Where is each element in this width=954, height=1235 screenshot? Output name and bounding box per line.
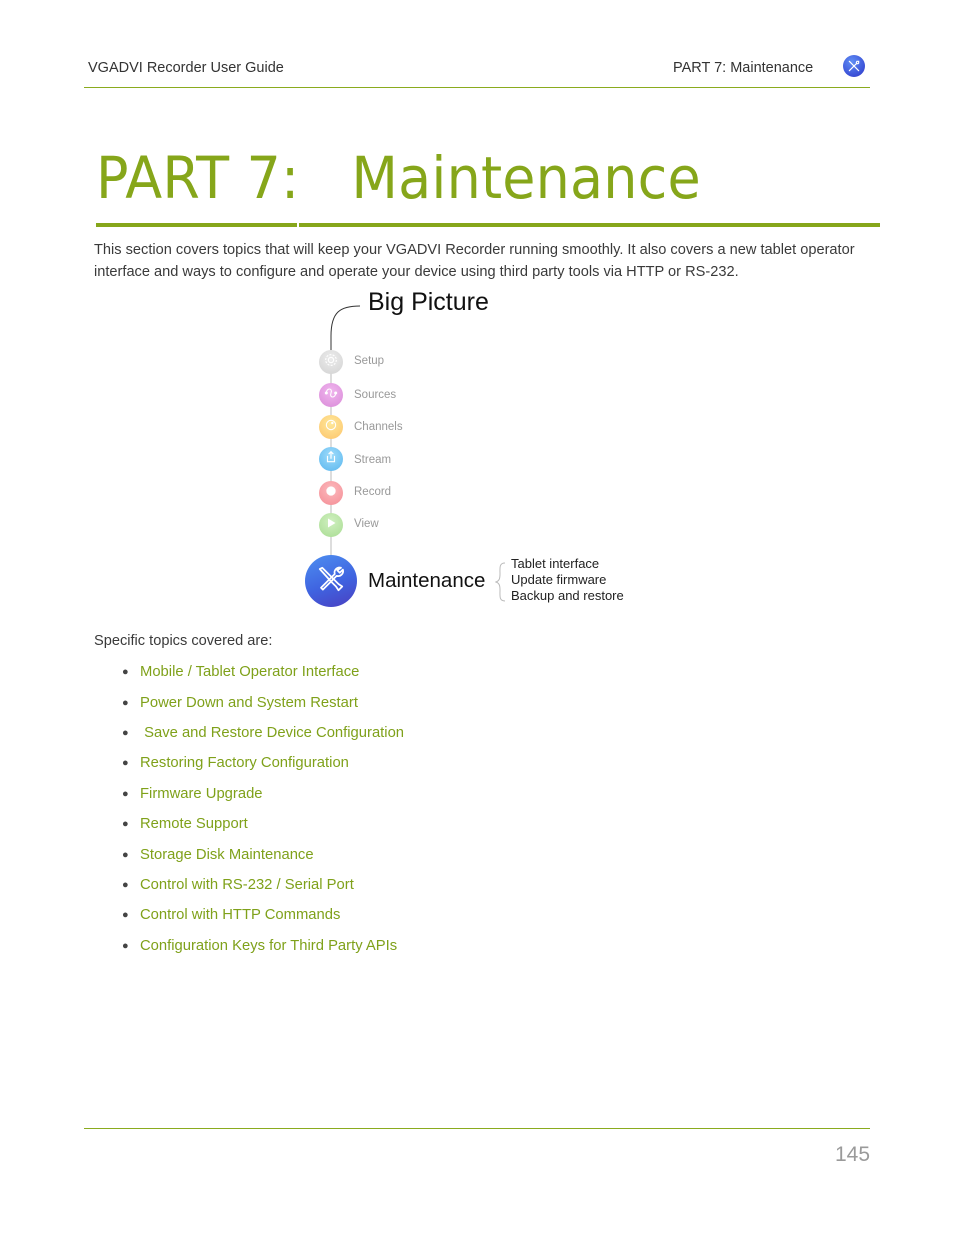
step-label-record: Record — [354, 486, 392, 498]
header-divider — [84, 87, 870, 88]
tools-icon — [843, 55, 865, 77]
bullet: ● — [122, 666, 129, 678]
page-number: 145 — [835, 1143, 871, 1166]
bullet: ● — [122, 849, 129, 861]
maintenance-subitem: Update firmware — [511, 572, 607, 587]
channels-icon — [323, 417, 339, 438]
topic-link[interactable]: Storage Disk Maintenance — [140, 847, 314, 863]
page-title: PART 7: Maintenance — [96, 142, 701, 214]
topic-link[interactable]: Mobile / Tablet Operator Interface — [140, 664, 359, 680]
topic-link[interactable]: Restoring Factory Configuration — [140, 755, 349, 771]
step-setup — [319, 350, 343, 374]
title-underline-right — [299, 223, 880, 227]
step-label-channels: Channels — [354, 421, 403, 433]
bullet: ● — [122, 727, 129, 739]
topic-link[interactable]: Control with HTTP Commands — [140, 907, 340, 923]
bullet: ● — [122, 788, 129, 800]
big-picture-title: Big Picture — [368, 288, 489, 316]
topic-link[interactable]: Remote Support — [140, 816, 248, 832]
maintenance-subitem: Tablet interface — [511, 556, 600, 571]
record-icon — [324, 484, 338, 503]
bullet: ● — [122, 697, 129, 709]
topics-intro: Specific topics covered are: — [94, 633, 273, 649]
big-picture-connector — [330, 305, 361, 354]
step-channels — [319, 415, 343, 439]
topic-link[interactable]: Firmware Upgrade — [140, 786, 263, 802]
topic-list-item: ● Mobile / Tablet Operator Interface — [122, 664, 359, 680]
step-view — [319, 513, 343, 537]
header-section-title: PART 7: Maintenance — [673, 60, 814, 76]
topic-list-item: ● Save and Restore Device Configuration — [122, 725, 404, 741]
bullet: ● — [122, 818, 129, 830]
bullet: ● — [122, 757, 129, 769]
tools-icon — [316, 564, 346, 599]
sources-icon — [323, 385, 339, 406]
header-doc-title: VGADVI Recorder User Guide — [88, 60, 284, 76]
footer-divider — [84, 1128, 870, 1129]
maintenance-label: Maintenance — [368, 569, 486, 592]
step-record — [319, 481, 343, 505]
bullet: ● — [122, 940, 129, 952]
topic-list-item: ● Power Down and System Restart — [122, 695, 358, 711]
maintenance-brace — [495, 562, 506, 602]
bullet: ● — [122, 879, 129, 891]
bullet: ● — [122, 909, 129, 921]
gear-icon — [323, 352, 339, 373]
topic-link[interactable]: Save and Restore Device Configuration — [140, 725, 404, 741]
title-part: PART 7: — [96, 144, 300, 212]
topic-link[interactable]: Control with RS-232 / Serial Port — [140, 877, 354, 893]
topic-list-item: ● Configuration Keys for Third Party APIs — [122, 938, 397, 954]
topic-link[interactable]: Configuration Keys for Third Party APIs — [140, 938, 397, 954]
topic-list-item: ● Restoring Factory Configuration — [122, 755, 349, 771]
step-label-view: View — [354, 518, 379, 530]
step-label-stream: Stream — [354, 454, 392, 466]
title-name: Maintenance — [351, 144, 701, 212]
maintenance-subitem: Backup and restore — [511, 588, 624, 603]
step-label-setup: Setup — [354, 355, 385, 367]
topic-list-item: ● Firmware Upgrade — [122, 786, 263, 802]
topic-list-item: ● Storage Disk Maintenance — [122, 847, 314, 863]
topic-list-item: ● Remote Support — [122, 816, 248, 832]
step-label-sources: Sources — [354, 389, 397, 401]
step-maintenance — [305, 555, 357, 607]
topic-list-item: ● Control with HTTP Commands — [122, 907, 340, 923]
title-underline-left — [96, 223, 297, 227]
topic-link[interactable]: Power Down and System Restart — [140, 695, 358, 711]
step-sources — [319, 383, 343, 407]
upload-icon — [324, 450, 338, 469]
play-icon — [325, 516, 337, 534]
topic-list-item: ● Control with RS-232 / Serial Port — [122, 877, 354, 893]
intro-paragraph: This section covers topics that will kee… — [94, 242, 855, 280]
step-stream — [319, 447, 343, 471]
